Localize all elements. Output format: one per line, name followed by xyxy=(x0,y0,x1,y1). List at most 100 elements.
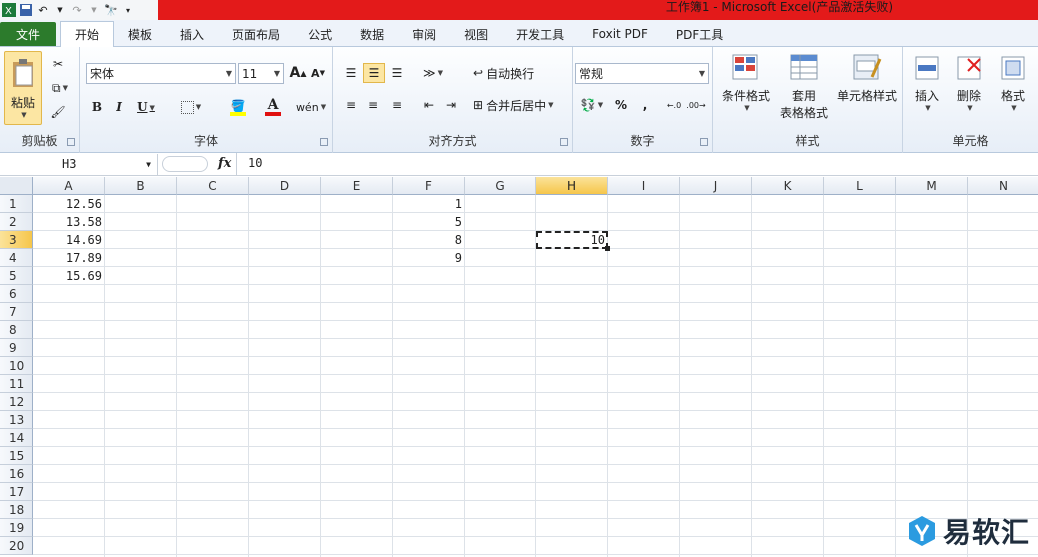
redo-dropdown-icon[interactable]: ▼ xyxy=(87,3,101,17)
cell-a1[interactable]: 12.56 xyxy=(33,195,105,213)
fill-handle[interactable] xyxy=(605,246,610,251)
increase-indent-button[interactable]: ⇥ xyxy=(441,95,461,115)
tab-formulas[interactable]: 公式 xyxy=(294,22,346,46)
name-box[interactable]: H3 ▼ xyxy=(0,154,158,175)
cell-a2[interactable]: 13.58 xyxy=(33,213,105,231)
percent-button[interactable]: % xyxy=(611,95,631,115)
column-header-c[interactable]: C xyxy=(177,177,249,195)
border-button[interactable]: ▼ xyxy=(176,97,206,117)
conditional-format-button[interactable]: 条件格式 ▼ xyxy=(717,53,775,123)
column-header-e[interactable]: E xyxy=(321,177,393,195)
underline-button[interactable]: U ▼ xyxy=(132,97,160,117)
align-middle-button[interactable]: ☰ xyxy=(363,63,385,83)
column-header-j[interactable]: J xyxy=(680,177,752,195)
cell-f3[interactable]: 8 xyxy=(393,231,465,249)
insert-function-icon[interactable]: fx xyxy=(218,156,231,171)
grow-font-button[interactable]: A ▲ xyxy=(288,63,308,83)
tab-template[interactable]: 模板 xyxy=(114,22,166,46)
bold-button[interactable]: B xyxy=(88,97,106,117)
row-header-5[interactable]: 5 xyxy=(0,267,33,285)
cell-styles-button[interactable]: 单元格样式 xyxy=(833,53,901,123)
cut-button[interactable]: ✂ xyxy=(48,55,68,73)
column-header-d[interactable]: D xyxy=(249,177,321,195)
orientation-button[interactable]: ≫ ▼ xyxy=(419,63,447,83)
number-launcher-icon[interactable] xyxy=(700,138,708,146)
row-header-12[interactable]: 12 xyxy=(0,393,33,411)
row-header-17[interactable]: 17 xyxy=(0,483,33,501)
undo-dropdown-icon[interactable]: ▼ xyxy=(53,3,67,17)
font-name-combo[interactable]: 宋体 ▼ xyxy=(86,63,236,84)
tab-view[interactable]: 视图 xyxy=(450,22,502,46)
tab-insert[interactable]: 插入 xyxy=(166,22,218,46)
customize-qat-icon[interactable]: ▾ xyxy=(121,3,135,17)
row-header-8[interactable]: 8 xyxy=(0,321,33,339)
row-header-14[interactable]: 14 xyxy=(0,429,33,447)
decrease-indent-button[interactable]: ⇤ xyxy=(419,95,439,115)
selected-cell-h3[interactable] xyxy=(536,231,610,251)
row-header-10[interactable]: 10 xyxy=(0,357,33,375)
save-icon[interactable] xyxy=(19,3,33,17)
currency-button[interactable]: 💱 ▼ xyxy=(577,95,607,115)
row-header-16[interactable]: 16 xyxy=(0,465,33,483)
merge-center-button[interactable]: ⊞ 合并后居中 ▼ xyxy=(473,95,567,115)
increase-decimal-button[interactable]: ←.0 xyxy=(663,95,685,115)
redo-icon[interactable]: ↷ xyxy=(70,3,84,17)
row-header-15[interactable]: 15 xyxy=(0,447,33,465)
tab-foxit-pdf[interactable]: Foxit PDF xyxy=(578,22,662,46)
align-center-button[interactable]: ≡ xyxy=(363,95,383,115)
row-header-4[interactable]: 4 xyxy=(0,249,33,267)
cell-a4[interactable]: 17.89 xyxy=(33,249,105,267)
tab-page-layout[interactable]: 页面布局 xyxy=(218,22,294,46)
excel-icon[interactable]: X xyxy=(2,3,16,17)
clipboard-launcher-icon[interactable] xyxy=(67,138,75,146)
worksheet-grid[interactable]: A B C D E F G H I J K L M N 1 2 3 4 5 6 7 8 9 10 11 12 13 14 15 16 17 1… xyxy=(0,177,1038,557)
comma-button[interactable]: , xyxy=(635,95,655,115)
copy-button[interactable]: ⧉ ▼ xyxy=(46,79,74,97)
undo-icon[interactable]: ↶ xyxy=(36,3,50,17)
column-header-l[interactable]: L xyxy=(824,177,896,195)
row-header-13[interactable]: 13 xyxy=(0,411,33,429)
column-header-f[interactable]: F xyxy=(393,177,465,195)
italic-button[interactable]: I xyxy=(110,97,128,117)
row-header-3[interactable]: 3 xyxy=(0,231,33,249)
delete-cells-button[interactable]: 删除 ▼ xyxy=(949,53,989,123)
find-icon[interactable]: 🔭 xyxy=(104,3,118,17)
row-header-18[interactable]: 18 xyxy=(0,501,33,519)
fill-color-button[interactable]: 🪣 xyxy=(222,97,254,119)
align-right-button[interactable]: ≡ xyxy=(387,95,407,115)
column-header-a[interactable]: A xyxy=(33,177,105,195)
alignment-launcher-icon[interactable] xyxy=(560,138,568,146)
number-format-combo[interactable]: 常规 ▼ xyxy=(575,63,709,84)
row-header-9[interactable]: 9 xyxy=(0,339,33,357)
font-launcher-icon[interactable] xyxy=(320,138,328,146)
font-color-button[interactable]: A xyxy=(258,95,288,119)
tab-file[interactable]: 文件 xyxy=(0,22,56,46)
row-header-7[interactable]: 7 xyxy=(0,303,33,321)
paste-button[interactable]: 粘贴 ▼ xyxy=(4,51,42,125)
cell-f2[interactable]: 5 xyxy=(393,213,465,231)
column-header-h[interactable]: H xyxy=(536,177,608,195)
column-header-k[interactable]: K xyxy=(752,177,824,195)
cell-a3[interactable]: 14.69 xyxy=(33,231,105,249)
row-header-2[interactable]: 2 xyxy=(0,213,33,231)
shrink-font-button[interactable]: A ▼ xyxy=(308,63,328,83)
font-size-combo[interactable]: 11 ▼ xyxy=(238,63,284,84)
row-header-19[interactable]: 19 xyxy=(0,519,33,537)
format-as-table-button[interactable]: 套用 表格格式 xyxy=(775,53,833,123)
tab-home[interactable]: 开始 xyxy=(60,21,115,47)
row-header-6[interactable]: 6 xyxy=(0,285,33,303)
format-cells-button[interactable]: 格式 ▼ xyxy=(991,53,1035,123)
column-header-g[interactable]: G xyxy=(465,177,536,195)
phonetic-button[interactable]: wén ▼ xyxy=(296,95,326,119)
formula-bar-expander[interactable] xyxy=(162,156,208,172)
align-bottom-button[interactable]: ☰ xyxy=(387,63,407,83)
cell-f1[interactable]: 1 xyxy=(393,195,465,213)
tab-developer[interactable]: 开发工具 xyxy=(502,22,578,46)
column-header-i[interactable]: I xyxy=(608,177,680,195)
column-header-n[interactable]: N xyxy=(968,177,1038,195)
decrease-decimal-button[interactable]: .00→ xyxy=(685,95,707,115)
cell-f4[interactable]: 9 xyxy=(393,249,465,267)
wrap-text-button[interactable]: ↩ 自动换行 xyxy=(473,63,545,83)
row-header-20[interactable]: 20 xyxy=(0,537,33,555)
formula-input[interactable]: 10 xyxy=(248,156,262,170)
